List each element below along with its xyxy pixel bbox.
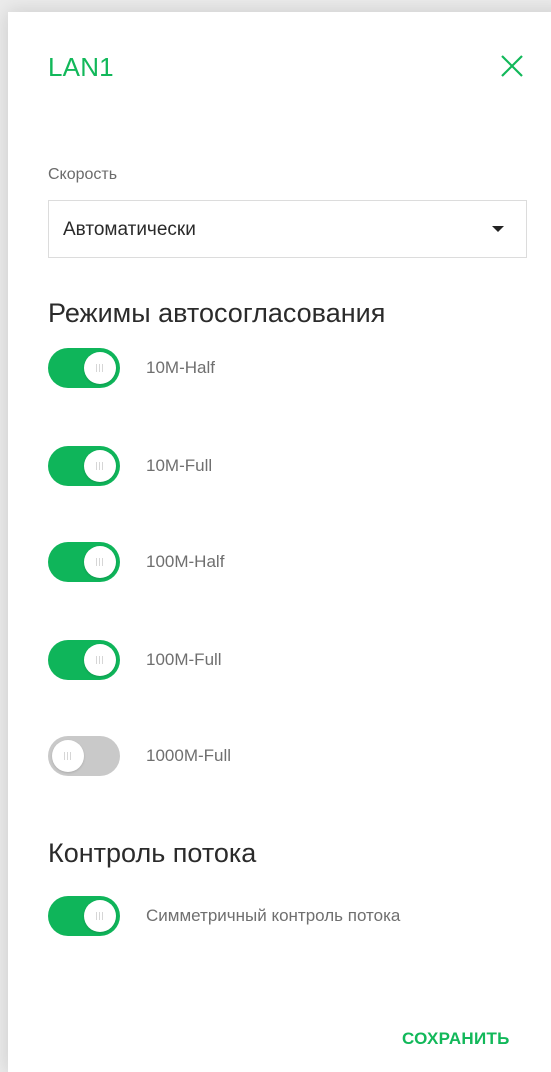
autoneg-mode-row: 100M-Full xyxy=(48,640,518,680)
toggle-switch[interactable] xyxy=(48,446,120,486)
save-button[interactable]: СОХРАНИТЬ xyxy=(402,1029,510,1049)
autoneg-mode-row: 100M-Half xyxy=(48,542,518,582)
toggle-switch[interactable] xyxy=(48,896,120,936)
dropdown-arrow-icon xyxy=(492,226,504,232)
toggle-knob xyxy=(84,900,116,932)
flow-control-label: Симметричный контроль потока xyxy=(146,906,401,925)
autoneg-mode-label: 1000M-Full xyxy=(146,746,232,765)
panel-title: LAN1 xyxy=(48,52,114,82)
toggle-switch[interactable] xyxy=(48,542,120,582)
speed-select[interactable]: Автоматически xyxy=(48,200,527,258)
autoneg-mode-label: 100M-Half xyxy=(146,552,225,571)
autoneg-mode-label: 10M-Half xyxy=(146,358,215,377)
autoneg-section-title: Режимы автосогласования xyxy=(48,298,386,328)
autoneg-mode-row: 1000M-Full xyxy=(48,736,518,776)
toggle-switch[interactable] xyxy=(48,348,120,388)
autoneg-mode-label: 10M-Full xyxy=(146,456,213,475)
lan-settings-panel: LAN1 Скорость Автоматически Режимы автос… xyxy=(8,12,551,1072)
toggle-knob xyxy=(84,644,116,676)
flow-control-row: Симметричный контроль потока xyxy=(48,896,518,936)
toggle-knob xyxy=(52,740,84,772)
autoneg-mode-row: 10M-Half xyxy=(48,348,518,388)
close-button[interactable] xyxy=(496,50,528,82)
toggle-knob xyxy=(84,450,116,482)
autoneg-mode-row: 10M-Full xyxy=(48,446,518,486)
flow-control-section-title: Контроль потока xyxy=(48,838,257,868)
speed-label: Скорость xyxy=(48,166,118,183)
toggle-switch[interactable] xyxy=(48,736,120,776)
autoneg-mode-label: 100M-Full xyxy=(146,650,222,669)
toggle-knob xyxy=(84,546,116,578)
toggle-switch[interactable] xyxy=(48,640,120,680)
speed-select-value: Автоматически xyxy=(63,219,196,240)
close-icon xyxy=(501,55,523,77)
toggle-knob xyxy=(84,352,116,384)
